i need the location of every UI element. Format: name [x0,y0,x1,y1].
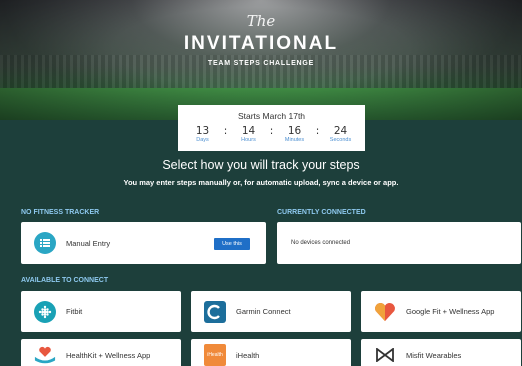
app-card-healthkit[interactable]: HealthKit + Wellness App [21,339,181,366]
countdown-seconds: 24 [333,125,348,137]
countdown-days-label: Days [196,137,209,143]
app-card-googlefit[interactable]: Google Fit + Wellness App [361,291,521,332]
ihealth-logo: iHealth [204,344,226,366]
countdown-start-date: Starts March 17th [237,111,306,121]
use-this-button[interactable]: Use this [214,238,250,250]
fitbit-dots-icon [34,300,56,323]
countdown-separator: : [223,125,228,137]
countdown-box: Starts March 17th 13 : 14 : 16 : 24 Days… [178,105,365,151]
countdown-hours: 14 [241,125,256,137]
healthkit-label: HealthKit + Wellness App [66,350,151,360]
countdown-separator: : [269,125,274,137]
countdown-days: 13 [195,125,210,137]
section-no-tracker: NO FITNESS TRACKER [21,209,100,216]
app-card-misfit[interactable]: Misfit Wearables [361,339,521,366]
countdown-minutes-label: Minutes [284,137,305,143]
ihealth-label: iHealth [236,350,260,360]
countdown-labels: Days Hours Minutes Seconds [178,137,365,143]
list-icon [34,232,56,254]
misfit-label: Misfit Wearables [406,350,462,360]
page-subline: You may enter steps manually or, for aut… [123,178,399,187]
app-card-fitbit[interactable]: Fitbit [21,291,181,332]
connected-devices-card: No devices connected [277,222,521,264]
countdown-separator: : [315,125,320,137]
manual-entry-card: Manual Entry Use this [21,222,266,264]
hero-subtitle: TEAM STEPS CHALLENGE [207,60,315,67]
googlefit-label: Google Fit + Wellness App [406,307,495,316]
fitbit-label: Fitbit [66,307,83,316]
countdown-hours-label: Hours [241,137,256,143]
heart-icon [374,301,396,323]
countdown-minutes: 16 [287,125,302,137]
manual-entry-label: Manual Entry [66,238,111,248]
app-card-ihealth[interactable]: iHealth iHealth [191,339,351,366]
no-devices-text: No devices connected [291,240,351,246]
page-headline: Select how you will track your steps [162,158,360,172]
garmin-label: Garmin Connect [236,307,291,316]
countdown-seconds-label: Seconds [329,137,352,143]
app-card-garmin[interactable]: Garmin Connect [191,291,351,332]
ihealth-logo-text: iHealth [207,352,223,358]
hero-main-title: INVITATIONAL [183,33,339,54]
hero-script-title: The [246,12,276,30]
hero-banner: The INVITATIONAL TEAM STEPS CHALLENGE [0,0,522,120]
garmin-c-icon [204,300,226,323]
section-currently-connected: CURRENTLY CONNECTED [277,209,366,216]
heart-hand-icon [34,344,56,366]
misfit-bowtie-icon [374,344,396,366]
countdown-values: 13 : 14 : 16 : 24 [178,125,365,137]
section-available: AVAILABLE TO CONNECT [21,277,109,284]
